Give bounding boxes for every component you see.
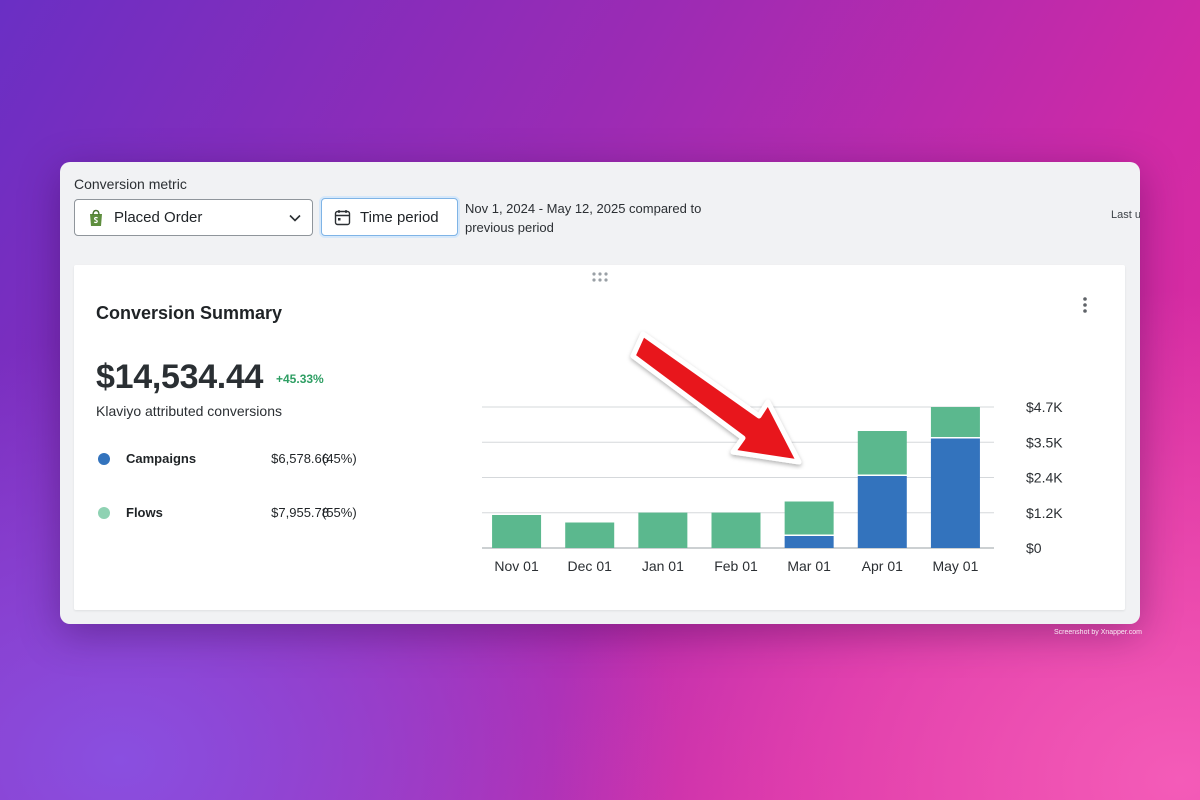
legend-percent: (45%): [322, 451, 357, 466]
legend-name: Campaigns: [126, 451, 197, 466]
legend-campaigns: Campaigns $6,578.66 (45%): [96, 449, 366, 469]
total-conversions: $14,534.44: [96, 358, 264, 396]
conversion-summary-card: Conversion Summary $14,534.44 +45.33% Kl…: [74, 265, 1125, 610]
time-period-label: Time period: [360, 208, 439, 226]
y-tick-label: $4.7K: [1026, 399, 1063, 415]
calendar-icon: [334, 209, 351, 225]
x-tick-label: May 01: [932, 558, 978, 574]
legend-percent: (55%): [322, 505, 357, 520]
metric-label: Conversion metric: [74, 176, 187, 192]
metric-select[interactable]: Placed Order: [74, 199, 313, 236]
watermark: Screenshot by Xnapper.com: [1054, 629, 1142, 636]
campaigns-dot: [98, 453, 110, 465]
bar-campaigns: [857, 476, 907, 548]
legend-amount: $6,578.66: [271, 451, 329, 466]
change-percent: +45.33%: [276, 372, 324, 386]
metric-select-value: Placed Order: [114, 209, 203, 226]
x-tick-label: Apr 01: [862, 558, 903, 574]
annotation-arrow: [630, 331, 802, 465]
shopify-bag-icon: [90, 209, 102, 226]
bar-flows: [492, 515, 542, 548]
card-title: Conversion Summary: [96, 303, 283, 323]
date-range-text: Nov 1, 2024 - May 12, 2025 compared to p…: [465, 201, 702, 235]
x-tick-label: Mar 01: [787, 558, 831, 574]
drag-handle-icon[interactable]: [591, 271, 609, 283]
y-tick-label: $0: [1026, 540, 1042, 556]
y-tick-label: $2.4K: [1026, 470, 1063, 486]
time-period-button[interactable]: Time period: [321, 198, 458, 236]
chevron-down-icon: [289, 214, 301, 222]
x-tick-label: Jan 01: [642, 558, 684, 574]
last-updated-text: Last u: [1111, 209, 1140, 221]
bar-flows: [565, 522, 615, 548]
x-tick-label: Feb 01: [714, 558, 758, 574]
bar-flows: [857, 431, 907, 475]
x-tick-label: Nov 01: [494, 558, 539, 574]
legend-amount: $7,955.78: [271, 505, 329, 520]
flows-dot: [98, 507, 110, 519]
bar-campaigns: [784, 536, 834, 548]
bar-flows: [711, 512, 761, 548]
kebab-menu-icon[interactable]: [1078, 295, 1092, 315]
y-tick-label: $3.5K: [1026, 434, 1063, 450]
legend-flows: Flows $7,955.78 (55%): [96, 503, 366, 523]
conversion-window: Conversion metric Placed Order Time peri…: [60, 162, 1140, 624]
conversions-subtitle: Klaviyo attributed conversions: [96, 403, 282, 419]
bar-flows: [638, 512, 688, 548]
x-tick-label: Dec 01: [568, 558, 613, 574]
bar-campaigns: [930, 438, 980, 548]
y-tick-label: $1.2K: [1026, 505, 1063, 521]
bar-flows: [930, 407, 980, 437]
legend-name: Flows: [126, 505, 163, 520]
bar-flows: [784, 501, 834, 535]
